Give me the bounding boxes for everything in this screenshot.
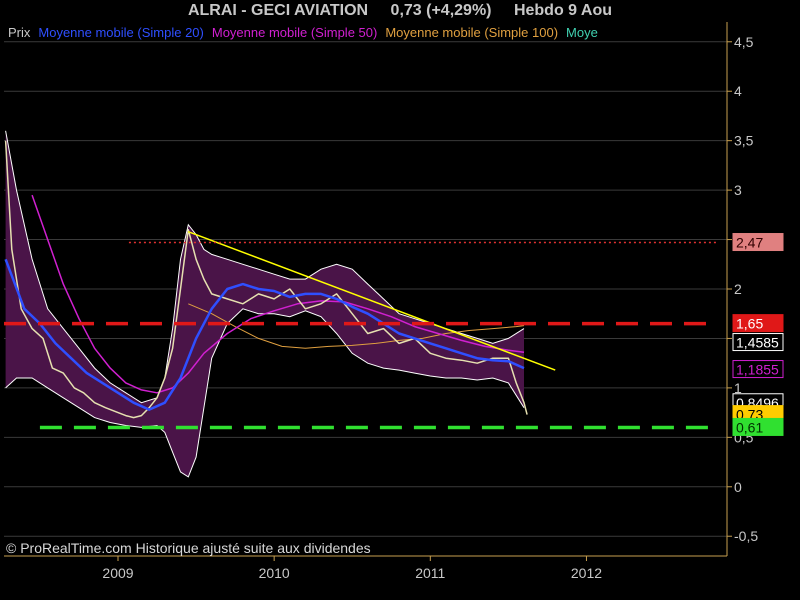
y-tick-label-5: 2	[734, 281, 742, 297]
y-tick-label-10: 4,5	[734, 34, 754, 50]
copyright-note: © ProRealTime.com Historique ajusté suit…	[6, 540, 371, 556]
bollinger-band-fill	[5, 130, 525, 477]
y-tick-label-9: 4	[734, 83, 742, 99]
x-tick-label-0: 2009	[102, 565, 133, 581]
level-tag-0-label: 2,47	[736, 235, 763, 251]
y-tick-label-8: 3,5	[734, 133, 754, 149]
x-tick-label-2: 2011	[415, 565, 445, 581]
y-tick-label-0: -0,5	[734, 528, 758, 544]
price-chart[interactable]: -0,500,511,522,533,544,52009201020112012…	[0, 0, 800, 600]
x-tick-label-1: 2010	[259, 565, 290, 581]
level-tag-2-label: 0,61	[736, 419, 763, 435]
x-tick-label-3: 2012	[571, 565, 602, 581]
y-tick-label-1: 0	[734, 479, 742, 495]
value-tag-0-label: 1,4585	[736, 335, 779, 351]
y-tick-label-7: 3	[734, 182, 742, 198]
value-tag-1-label: 1,1855	[736, 362, 779, 378]
level-tag-1-label: 1,65	[736, 316, 763, 332]
